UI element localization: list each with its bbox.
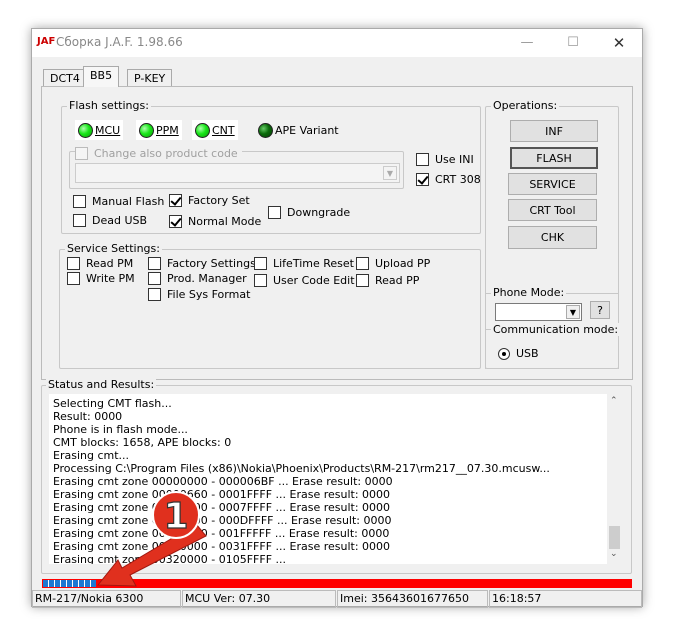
tab-bb5[interactable]: BB5: [83, 66, 120, 87]
tab-label: BB5: [90, 69, 113, 82]
annotation-number: 1: [163, 496, 188, 537]
annotation-overlay: 1: [96, 491, 207, 587]
